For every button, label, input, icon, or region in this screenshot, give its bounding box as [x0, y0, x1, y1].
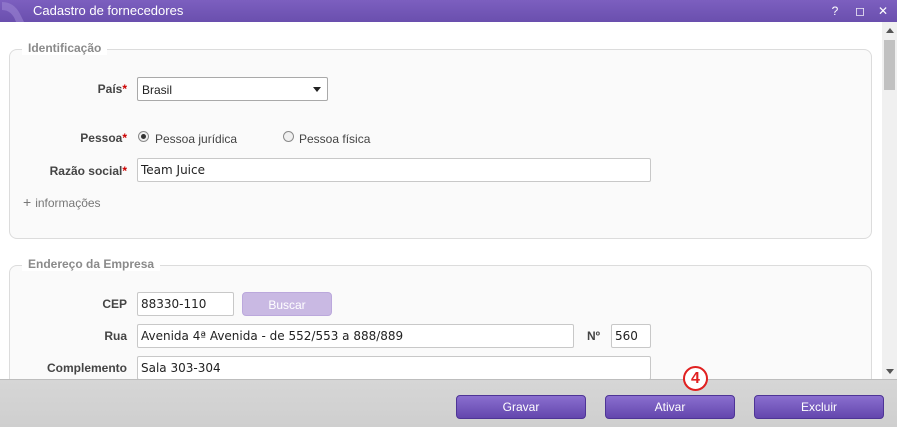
- footer-bar: Gravar Ativar Excluir: [0, 379, 897, 427]
- maximize-button[interactable]: ◻: [851, 2, 869, 20]
- endereco-legend: Endereço da Empresa: [22, 257, 161, 271]
- buscar-button[interactable]: Buscar: [242, 292, 332, 316]
- excluir-button[interactable]: Excluir: [754, 395, 884, 419]
- rua-label: Rua: [104, 329, 127, 343]
- chevron-down-icon: [313, 87, 321, 92]
- scrollbar-thumb[interactable]: [884, 40, 895, 90]
- pessoa-fisica-label: Pessoa física: [299, 132, 371, 146]
- gravar-button[interactable]: Gravar: [456, 395, 586, 419]
- pessoa-juridica-label: Pessoa jurídica: [155, 132, 238, 146]
- pais-select[interactable]: Brasil: [137, 77, 328, 101]
- scroll-down-icon[interactable]: [886, 369, 894, 374]
- razao-social-input[interactable]: Team Juice: [137, 158, 651, 182]
- step-annotation-badge: 4: [683, 366, 708, 391]
- numero-input[interactable]: 560: [611, 324, 651, 348]
- complemento-input[interactable]: Sala 303-304: [137, 356, 651, 379]
- pessoa-label: Pessoa*: [80, 131, 127, 145]
- pais-select-value: Brasil: [142, 83, 173, 97]
- complemento-label: Complemento: [46, 361, 127, 375]
- ativar-button[interactable]: Ativar: [605, 395, 735, 419]
- plus-icon: +: [23, 194, 32, 210]
- vertical-scrollbar[interactable]: [882, 22, 897, 379]
- cep-label: CEP: [102, 297, 127, 311]
- window-title: Cadastro de fornecedores: [33, 3, 184, 18]
- pessoa-juridica-radio[interactable]: [138, 131, 149, 142]
- scroll-up-icon[interactable]: [886, 28, 894, 33]
- close-button[interactable]: ✕: [874, 2, 892, 20]
- form-content: Identificação País* Brasil Pessoa* Pesso…: [0, 22, 882, 379]
- numero-label: Nº: [586, 329, 600, 343]
- razao-social-label: Razão social*: [49, 164, 127, 178]
- help-button[interactable]: ?: [826, 2, 844, 20]
- pessoa-fisica-radio[interactable]: [283, 131, 294, 142]
- cep-input[interactable]: 88330-110: [137, 292, 234, 316]
- rua-input[interactable]: Avenida 4ª Avenida - de 552/553 a 888/88…: [137, 324, 574, 348]
- pais-label: País*: [97, 82, 127, 96]
- identificacao-legend: Identificação: [22, 41, 108, 55]
- more-informacoes-link[interactable]: + informações: [23, 194, 101, 210]
- app-logo-icon: [2, 2, 24, 22]
- title-bar: Cadastro de fornecedores ? ◻ ✕: [0, 0, 897, 22]
